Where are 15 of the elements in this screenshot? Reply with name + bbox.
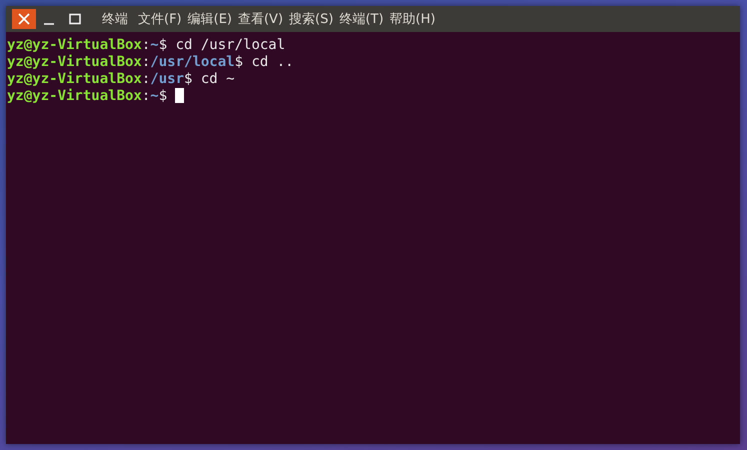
minimize-icon — [43, 23, 55, 25]
terminal-line: yz@yz-VirtualBox:/usr$ cd ~ — [7, 71, 236, 88]
window-title: 终端 — [102, 11, 128, 28]
close-button[interactable] — [12, 9, 36, 29]
menu-item[interactable]: 编辑(E) — [188, 10, 232, 28]
terminal-line: yz@yz-VirtualBox:~$ — [7, 88, 740, 105]
menu-item[interactable]: 文件(F) — [138, 10, 182, 28]
close-icon — [18, 13, 30, 25]
menu-item[interactable]: 终端(T) — [339, 10, 384, 28]
terminal-line: yz@yz-VirtualBox:/usr/local$ cd .. — [7, 54, 295, 71]
menu-item[interactable]: 帮助(H) — [390, 10, 436, 28]
menu-item[interactable]: 搜索(S) — [289, 10, 334, 28]
terminal-line: yz@yz-VirtualBox:~$ cd /usr/local — [7, 37, 286, 54]
menu-item[interactable]: 查看(V) — [238, 10, 284, 28]
maximize-icon — [69, 13, 81, 25]
